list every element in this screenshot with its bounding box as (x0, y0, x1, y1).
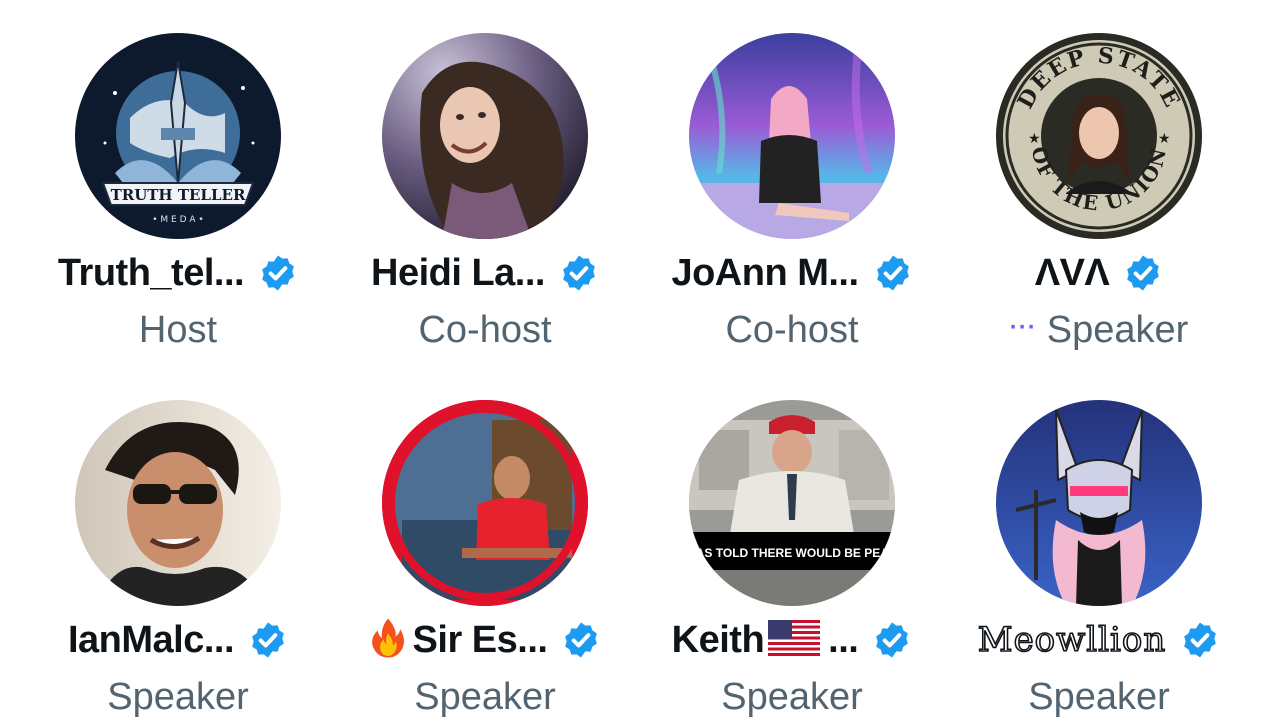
participant-card[interactable]: IanMalc... Speaker (25, 400, 325, 720)
name-row: Heidi La... (332, 248, 638, 298)
participant-card[interactable]: Meowllion Speaker (946, 400, 1246, 720)
woman-long-hair-avatar (382, 33, 588, 239)
svg-text:• M E D A •: • M E D A • (152, 215, 203, 225)
name-row: Sir Es... (332, 615, 638, 665)
participant-role: Speaker (1046, 308, 1189, 351)
man-red-shirt-avatar (382, 400, 588, 606)
participant-card[interactable]: TRUTH TELLER • M E D A • Truth_tel... Ho… (25, 33, 325, 363)
svg-text:★: ★ (1158, 130, 1171, 146)
name-row: JoAnn M... (639, 248, 945, 298)
truth-teller-logo-avatar: TRUTH TELLER • M E D A • (75, 33, 281, 239)
verified-badge-icon (876, 255, 909, 291)
participant-name: Sir Es... (412, 618, 548, 661)
role-row: Host (25, 305, 331, 355)
verified-badge-icon (252, 622, 284, 658)
man-sunglasses-avatar (75, 400, 281, 606)
participant-role: Speaker (107, 675, 249, 718)
avatar[interactable]: DEEP STATE OF THE UNION ★ ★ (996, 33, 1202, 239)
speaking-indicator-icon: ··· (1009, 314, 1037, 341)
role-row: ··· Speaker (946, 305, 1252, 355)
verified-badge-icon (876, 622, 909, 658)
participant-card[interactable]: JoAnn M... Co-host (639, 33, 939, 363)
robot-cat-avatar (996, 400, 1202, 606)
avatar[interactable] (689, 33, 895, 239)
verified-badge-icon (565, 622, 598, 658)
avatar[interactable]: I WAS TOLD THERE WOULD BE PEACE (689, 400, 895, 606)
participant-name: Meowllion (977, 619, 1167, 661)
participant-name: Keith (671, 618, 765, 661)
spaces-participant-grid: TRUTH TELLER • M E D A • Truth_tel... Ho… (0, 0, 1280, 720)
deep-state-seal-avatar: DEEP STATE OF THE UNION ★ ★ (996, 33, 1202, 239)
role-row: Speaker (25, 672, 331, 720)
avatar[interactable] (382, 400, 588, 606)
meme-caption: I WAS TOLD THERE WOULD BE PEACE (689, 546, 895, 560)
avatar[interactable] (996, 400, 1202, 606)
role-row: Co-host (639, 305, 945, 355)
name-row: ΛVΛ (946, 248, 1252, 298)
avatar[interactable] (382, 33, 588, 239)
participant-card[interactable]: DEEP STATE OF THE UNION ★ ★ ΛVΛ ··· Spea… (946, 33, 1246, 363)
woman-aurora-avatar (689, 33, 895, 239)
participant-name: IanMalc... (67, 618, 235, 661)
fire-icon (369, 617, 407, 664)
role-row: Speaker (639, 672, 945, 720)
participant-card[interactable]: Sir Es... Speaker (332, 400, 632, 720)
participant-role: Co-host (725, 308, 859, 351)
verified-badge-icon (1127, 255, 1160, 291)
participant-role: Speaker (1028, 675, 1170, 718)
participant-name: Heidi La... (371, 251, 545, 294)
role-row: Co-host (332, 305, 638, 355)
participant-role: Co-host (418, 308, 552, 351)
name-row: Truth_tel... (25, 248, 331, 298)
participant-card[interactable]: Heidi La... Co-host (332, 33, 632, 363)
role-row: Speaker (946, 672, 1252, 720)
office-man-meme-avatar: I WAS TOLD THERE WOULD BE PEACE (689, 400, 895, 606)
svg-text:TRUTH TELLER: TRUTH TELLER (111, 186, 246, 204)
avatar[interactable]: TRUTH TELLER • M E D A • (75, 33, 281, 239)
verified-badge-icon (563, 255, 595, 291)
name-ellipsis: ... (828, 618, 859, 661)
participant-name: ΛVΛ (1034, 251, 1110, 294)
participant-role: Speaker (721, 675, 863, 718)
us-flag-icon (768, 619, 821, 661)
avatar[interactable] (75, 400, 281, 606)
verified-badge-icon (1184, 622, 1217, 658)
name-row: Meowllion (946, 615, 1252, 665)
name-row: IanMalc... (25, 615, 331, 665)
svg-text:★: ★ (1028, 130, 1041, 146)
role-row: Speaker (332, 672, 638, 720)
participant-role: Speaker (414, 675, 556, 718)
name-row: Keith ... (639, 615, 945, 665)
participant-card[interactable]: I WAS TOLD THERE WOULD BE PEACE Keith ..… (639, 400, 939, 720)
participant-name: Truth_tel... (57, 251, 245, 294)
verified-badge-icon (262, 255, 294, 291)
participant-role: Host (138, 308, 218, 351)
participant-name: JoAnn M... (671, 251, 859, 294)
